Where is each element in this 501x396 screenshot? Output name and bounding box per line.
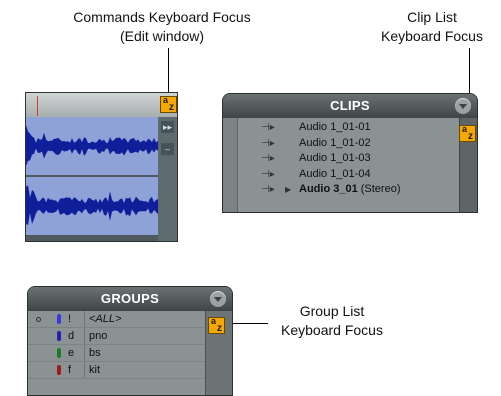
clip-name: Audio 1_01-04 [299, 167, 371, 182]
audio-clip-icon: ⊣▸ [261, 168, 275, 180]
group-color-swatch [57, 348, 61, 358]
groups-menu-button[interactable] [210, 291, 226, 307]
group-color-swatch [57, 365, 61, 375]
az-icon-a: a [211, 316, 217, 326]
clip-list-focus-callout: Clip List Keyboard Focus [362, 8, 501, 46]
group-list-item[interactable]: d pno [28, 328, 205, 345]
edit-ruler [26, 93, 177, 118]
clip-list-item[interactable]: ⊣▸ Audio 1_01-01 [237, 120, 459, 135]
az-icon-z: z [468, 131, 473, 142]
audio-clip-icon: ⊣▸ [261, 184, 275, 195]
commands-focus-line1: Commands Keyboard Focus [73, 9, 251, 25]
group-id-letter: d [68, 330, 75, 342]
clip-name: Audio 3_01 (Stereo) [299, 182, 400, 197]
az-icon-z: z [169, 102, 174, 113]
groups-header: GROUPS [28, 287, 232, 311]
commands-focus-callout: Commands Keyboard Focus (Edit window) [52, 8, 272, 46]
clip-name-text: Audio 1_01-02 [299, 136, 371, 149]
audio-clip-icon: ⊣▸ [261, 137, 275, 149]
groups-title: GROUPS [100, 291, 160, 306]
group-name: bs [89, 347, 101, 359]
group-list: ! <ALL> d pno e bs f kit [28, 311, 205, 395]
clip-name-text: Audio 1_01-01 [299, 121, 371, 133]
clips-header: CLIPS [223, 94, 477, 118]
column-divider [84, 345, 85, 361]
clips-title: CLIPS [330, 98, 370, 113]
group-id-letter: f [68, 364, 72, 376]
commands-focus-az-icon[interactable]: a z [160, 95, 177, 113]
audio-track-1[interactable] [26, 117, 158, 175]
column-divider [84, 328, 85, 344]
clips-panel: CLIPS ⊣▸ Audio 1_01-01 ⊣▸ Audio 1_01-02 ⊣▸ Au… [222, 93, 478, 213]
clip-name-text: Audio 1_01-03 [299, 152, 371, 164]
expand-triangle-icon[interactable]: ▶ [285, 182, 291, 197]
group-list-item[interactable]: f kit [28, 362, 205, 379]
group-color-swatch [57, 314, 61, 324]
group-id-letter: e [68, 347, 75, 359]
clip-list: ⊣▸ Audio 1_01-01 ⊣▸ Audio 1_01-02 ⊣▸ Audio 1_… [223, 118, 459, 212]
clip-name-text: Audio 1_01-04 [299, 167, 371, 180]
group-list-focus-line1: Group List [299, 303, 365, 319]
commands-leader-line [168, 48, 169, 96]
clip-list-focus-az-icon[interactable]: a z [459, 124, 476, 142]
group-list-item[interactable]: ! <ALL> [28, 311, 205, 328]
audio-clip-icon: ⊣▸ [261, 153, 275, 164]
clips-menu-button[interactable] [455, 98, 471, 114]
group-id-letter: ! [68, 313, 72, 325]
clip-list-item[interactable]: ⊣▸ Audio 1_01-03 [237, 151, 459, 166]
group-color-swatch [57, 331, 61, 341]
az-icon-z: z [217, 323, 222, 334]
waveform-2 [26, 177, 158, 235]
commands-focus-line2: (Edit window) [119, 28, 205, 44]
clip-list-item[interactable]: ⊣▸ Audio 1_01-02 [237, 136, 459, 151]
edit-side-strip: ▸▸ – [158, 117, 177, 241]
group-list-item[interactable]: e bs [28, 345, 205, 362]
clip-channel-suffix: (Stereo) [357, 183, 401, 195]
audio-clip-icon: ⊣▸ [261, 122, 275, 133]
az-icon-a: a [163, 95, 169, 105]
clip-list-focus-line1: Clip List [407, 9, 457, 25]
group-list-focus-callout: Group List Keyboard Focus [262, 302, 402, 340]
az-icon-a: a [462, 124, 468, 134]
column-divider [84, 362, 85, 378]
track-nav-button[interactable]: ▸▸ [161, 121, 174, 133]
groups-panel: GROUPS ! <ALL> d pno e bs f kit a z [27, 286, 233, 396]
group-name: <ALL> [89, 313, 122, 325]
group-active-dot-icon[interactable] [36, 317, 41, 322]
clip-name: Audio 1_01-03 [299, 151, 371, 166]
playhead-marker [37, 96, 38, 116]
clip-list-focus-line2: Keyboard Focus [381, 28, 483, 44]
clip-list-item[interactable]: ⊣▸ Audio 1_01-04 [237, 167, 459, 182]
group-name: kit [89, 364, 100, 376]
audio-track-2[interactable] [26, 177, 158, 235]
group-list-focus-line2: Keyboard Focus [281, 322, 383, 338]
clip-list-gutter [223, 118, 238, 212]
edit-window-fragment: ▸▸ – a z [25, 92, 178, 242]
clip-list-item[interactable]: ⊣▸ ▶ Audio 3_01 (Stereo) [237, 182, 459, 197]
group-name: pno [89, 330, 108, 342]
clip-name: Audio 1_01-01 [299, 120, 371, 135]
clip-name-text: Audio 3_01 [299, 183, 358, 195]
track-minimize-button[interactable]: – [161, 143, 174, 155]
clip-name: Audio 1_01-02 [299, 136, 371, 151]
waveform-1 [26, 117, 158, 175]
group-list-focus-az-icon[interactable]: a z [208, 316, 225, 334]
column-divider [84, 311, 85, 327]
